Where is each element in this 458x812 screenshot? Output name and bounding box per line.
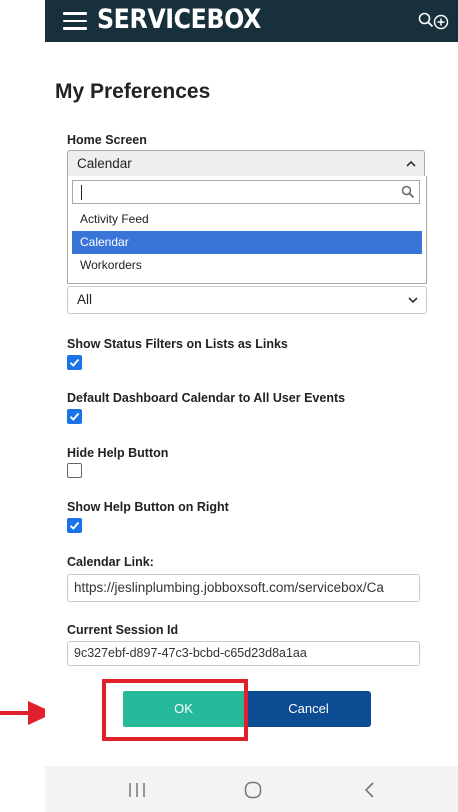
calendar-link-field[interactable]: https://jeslinplumbing.jobboxsoft.com/se… (67, 574, 420, 602)
help-right-checkbox[interactable] (67, 518, 82, 533)
add-circle-icon[interactable] (433, 14, 449, 30)
status-filters-label: Show Status Filters on Lists as Links (67, 337, 288, 351)
dropdown-option-activity-feed[interactable]: Activity Feed (72, 208, 422, 231)
home-screen-label: Home Screen (67, 133, 147, 147)
cancel-button[interactable]: Cancel (246, 691, 371, 727)
home-screen-select[interactable]: Calendar (67, 150, 425, 178)
filter-select[interactable]: All (67, 286, 427, 314)
dropdown-option-calendar[interactable]: Calendar (72, 231, 422, 254)
app-screen: SERVICEBOX My Preferences Home Screen Ca… (45, 0, 458, 812)
help-right-label: Show Help Button on Right (67, 500, 229, 514)
home-icon[interactable] (244, 781, 262, 799)
text-caret (81, 185, 82, 200)
hide-help-checkbox[interactable] (67, 463, 82, 478)
home-screen-value: Calendar (77, 156, 132, 171)
session-id-label: Current Session Id (67, 623, 179, 637)
hide-help-label: Hide Help Button (67, 446, 169, 460)
session-id-field[interactable]: 9c327ebf-d897-47c3-bcbd-c65d23d8a1aa (67, 641, 420, 666)
search-icon[interactable] (418, 12, 434, 28)
chevron-down-icon (408, 297, 418, 304)
android-nav-bar (45, 766, 458, 812)
annotation-highlight-box (102, 679, 248, 741)
recent-apps-icon[interactable] (127, 782, 147, 798)
page-title: My Preferences (55, 80, 211, 103)
dashboard-calendar-checkbox[interactable] (67, 409, 82, 424)
search-icon (401, 185, 415, 199)
chevron-up-icon (406, 160, 416, 167)
status-filters-checkbox[interactable] (67, 355, 82, 370)
left-margin (0, 0, 45, 812)
hamburger-menu-icon[interactable] (63, 12, 87, 30)
dropdown-option-workorders[interactable]: Workorders (72, 254, 422, 277)
dropdown-search-input[interactable] (72, 180, 420, 204)
top-bar: SERVICEBOX (45, 0, 458, 42)
back-icon[interactable] (363, 781, 375, 799)
calendar-link-label: Calendar Link: (67, 555, 154, 569)
filter-select-value: All (77, 292, 93, 307)
home-screen-dropdown: Activity Feed Calendar Workorders (67, 176, 427, 284)
dashboard-calendar-label: Default Dashboard Calendar to All User E… (67, 391, 346, 405)
brand-logo: SERVICEBOX (97, 4, 261, 35)
